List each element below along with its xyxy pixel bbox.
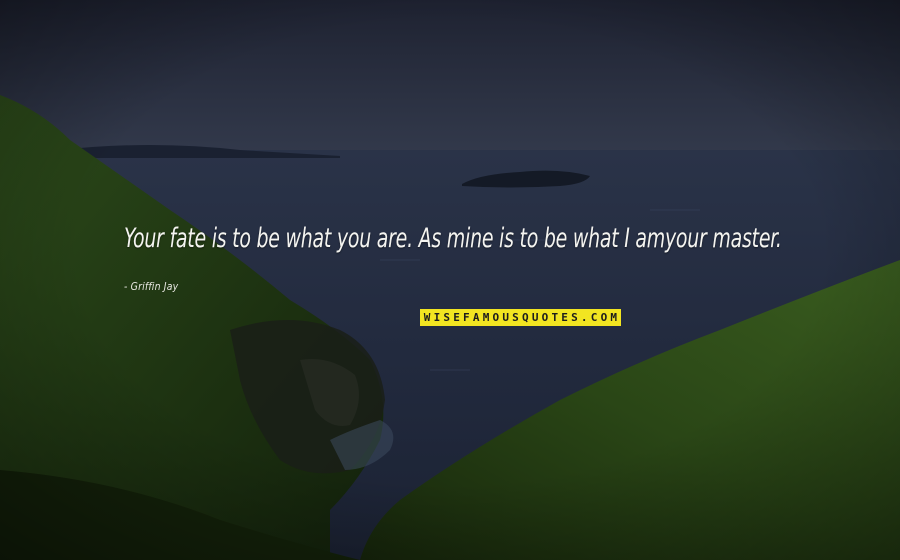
quote-text: Your fate is to be what you are. As mine… (124, 223, 782, 254)
quote-author: - Griffin Jay (124, 280, 179, 293)
watermark-text: WISEFAMOUSQUOTES.COM (423, 311, 621, 324)
quote-image: Your fate is to be what you are. As mine… (0, 0, 900, 560)
watermark-badge: WISEFAMOUSQUOTES.COM (420, 309, 621, 326)
